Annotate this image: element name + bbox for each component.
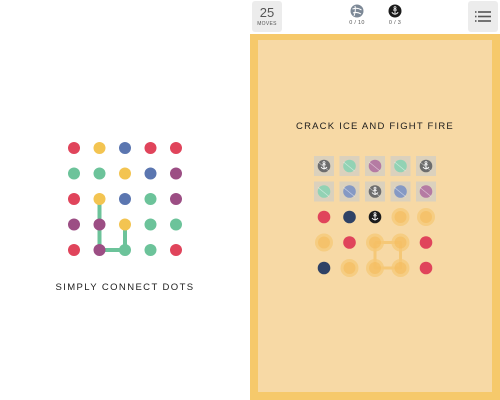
board-cell-purple-ice[interactable] — [416, 181, 436, 202]
dot-blue[interactable] — [119, 193, 131, 205]
dot-red[interactable] — [68, 193, 80, 205]
dot-yellow[interactable] — [119, 218, 131, 231]
board-cell-green-ice[interactable] — [314, 181, 334, 202]
board-cell-anchor[interactable] — [368, 210, 382, 224]
dot-purple[interactable] — [93, 244, 106, 256]
dot-green[interactable] — [144, 244, 157, 256]
board-cell-blue[interactable] — [343, 210, 356, 224]
dot-green[interactable] — [170, 218, 182, 231]
dot-green[interactable] — [93, 167, 106, 180]
board-cell-green-ice[interactable] — [339, 156, 360, 176]
dot-green[interactable] — [68, 167, 80, 180]
dot-yellow[interactable] — [119, 167, 131, 180]
dot-red[interactable] — [144, 142, 157, 154]
intro-panel: SIMPLY CONNECT DOTS — [0, 0, 250, 400]
board-cell-fire[interactable] — [417, 208, 435, 226]
board-cell-anchor-ice[interactable] — [416, 156, 436, 176]
board-cell-blue-ice[interactable] — [339, 181, 360, 202]
game-panel: 25 MOVES 0 / 10 0 / 3 CRACK ICE AND FIGH… — [250, 0, 500, 400]
game-board — [314, 156, 436, 277]
board-cell-blue-ice[interactable] — [390, 181, 411, 202]
board-cell-fire[interactable] — [391, 208, 410, 226]
dot-blue[interactable] — [144, 167, 157, 180]
dot-red[interactable] — [68, 142, 80, 154]
board-cell-fire[interactable] — [391, 259, 410, 277]
dot-blue[interactable] — [119, 142, 131, 154]
board-cell-fire[interactable] — [340, 259, 359, 277]
board-cell-fire[interactable] — [391, 233, 410, 252]
dot-green[interactable] — [144, 193, 157, 205]
dot-red[interactable] — [170, 142, 182, 154]
board-cell-red[interactable] — [317, 210, 331, 224]
dot-purple[interactable] — [68, 218, 80, 231]
board-cell-fire[interactable] — [315, 233, 333, 252]
board-cell-fire[interactable] — [366, 233, 384, 252]
intro-caption: SIMPLY CONNECT DOTS — [55, 282, 195, 293]
board-cell-red[interactable] — [343, 236, 356, 249]
board-cell-anchor-ice[interactable] — [365, 181, 385, 202]
dot-green[interactable] — [144, 218, 157, 231]
dot-purple[interactable] — [170, 193, 182, 205]
board-cell-red[interactable] — [419, 261, 433, 275]
board-cell-purple-ice[interactable] — [365, 156, 385, 176]
intro-dot-grid — [68, 142, 182, 256]
board-cell-green-ice[interactable] — [390, 156, 411, 176]
dot-red[interactable] — [170, 244, 182, 256]
dot-purple[interactable] — [93, 218, 106, 231]
dot-yellow[interactable] — [93, 193, 106, 205]
dot-purple[interactable] — [170, 167, 182, 180]
dot-yellow[interactable] — [93, 142, 106, 154]
board-cell-blue[interactable] — [317, 261, 331, 275]
dot-green[interactable] — [119, 244, 131, 256]
dot-red[interactable] — [68, 244, 80, 256]
board-cell-red[interactable] — [419, 236, 433, 249]
board-cell-fire[interactable] — [366, 259, 384, 277]
board-cell-anchor-ice[interactable] — [314, 156, 334, 176]
